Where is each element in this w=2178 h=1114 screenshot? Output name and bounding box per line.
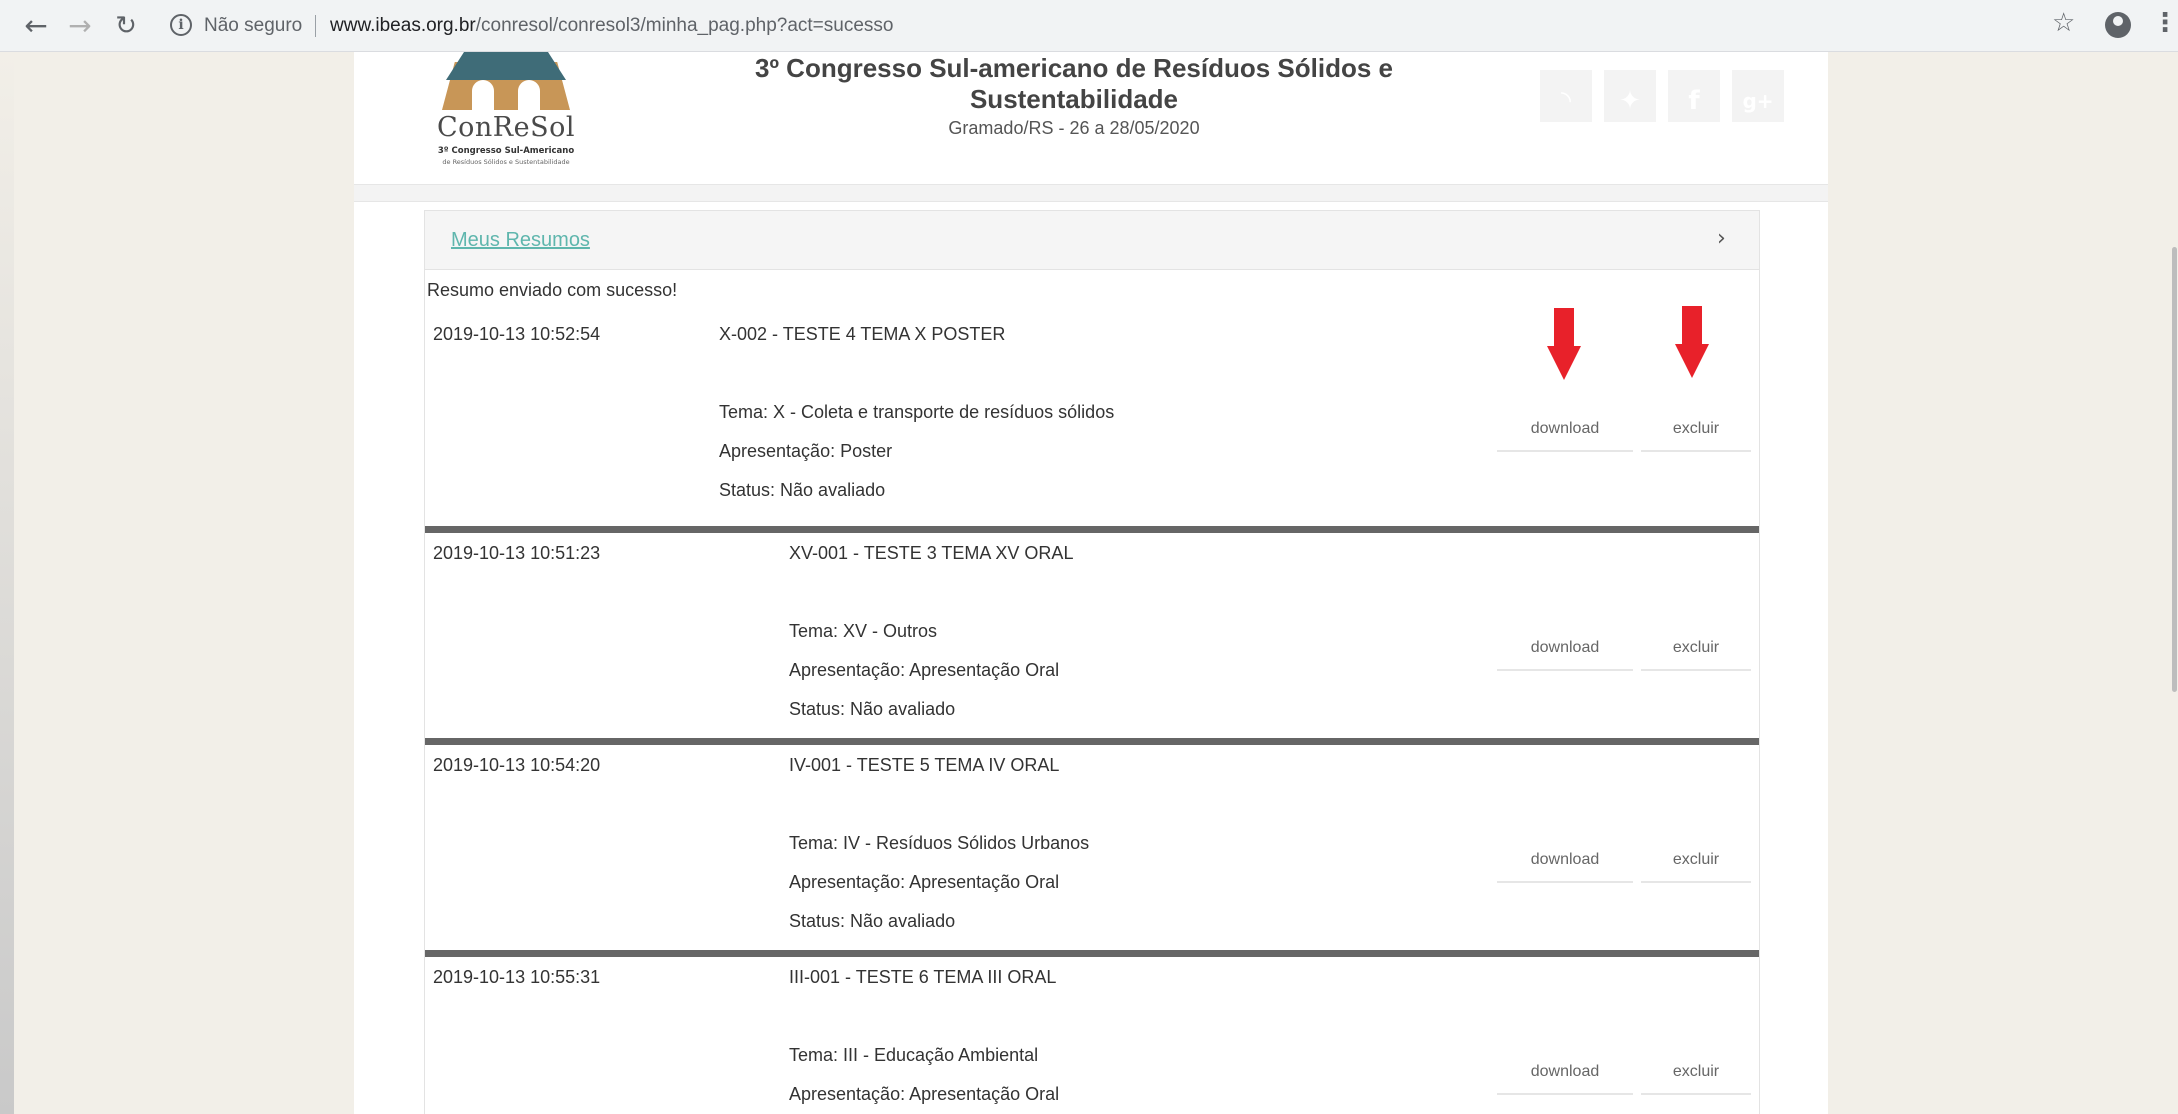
delete-button[interactable]: excluir [1641,845,1751,883]
delete-button[interactable]: excluir [1641,1057,1751,1095]
site-header: ConReSol 3º Congresso Sul-Americano de R… [354,52,1828,184]
logo-arch [472,80,494,112]
url-path: /conresol/conresol3/minha_pag.php?act=su… [475,15,894,36]
back-arrow-icon[interactable]: ← [20,10,52,42]
logo-brand: ConReSol [437,112,575,143]
entry-separator [425,950,1759,957]
address-bar[interactable]: i Não seguro www.ibeas.org.br/conresol/c… [160,8,2040,44]
annotation-arrow-download [1547,308,1581,380]
resumo-entry: 2019-10-13 10:54:20 IV-001 - TESTE 5 TEM… [425,745,1759,957]
entry-status: Status: Não avaliado [789,699,956,719]
annotation-arrow-delete [1675,306,1709,378]
info-icon[interactable]: i [170,14,192,36]
account-icon[interactable] [2105,12,2131,38]
entry-title: XV-001 - TESTE 3 TEMA XV ORAL [789,543,1074,563]
resumo-entry: 2019-10-13 10:55:31 III-001 - TESTE 6 TE… [425,957,1759,1114]
logo-subtagline: de Resíduos Sólidos e Sustentabilidade [442,158,570,166]
forward-arrow-icon[interactable]: → [64,10,96,42]
reload-icon[interactable]: ↻ [110,10,142,42]
entry-title: IV-001 - TESTE 5 TEMA IV ORAL [789,755,1060,775]
url-host: www.ibeas.org.br [330,15,476,36]
google-plus-icon[interactable]: g+ [1732,70,1784,122]
entry-separator [425,738,1759,745]
event-title-line1: 3º Congresso Sul-americano de Resíduos S… [755,53,1393,83]
entry-apresentacao: Apresentação: Apresentação Oral [789,872,1060,892]
chevron-right-icon[interactable]: › [1717,226,1726,251]
scrollbar-thumb[interactable] [2172,247,2177,692]
entry-apresentacao: Apresentação: Apresentação Oral [789,1084,1060,1104]
left-shadow-band [0,52,14,1114]
entry-tema: Tema: IV - Resíduos Sólidos Urbanos [789,833,1090,853]
twitter-icon[interactable]: ✦ [1604,70,1656,122]
facebook-icon[interactable]: f [1668,70,1720,122]
entry-title: III-001 - TESTE 6 TEMA III ORAL [789,967,1057,987]
download-button[interactable]: download [1497,414,1633,452]
entry-status: Status: Não avaliado [719,480,886,500]
logo-roof [446,52,566,80]
entry-tema: Tema: XV - Outros [789,621,938,641]
omnibox-divider [315,15,316,37]
success-message: Resumo enviado com sucesso! [427,280,678,300]
bookmark-star-icon[interactable]: ☆ [2052,8,2075,38]
security-label: Não seguro [204,15,303,36]
menu-dots-icon[interactable]: ⋮ [2152,8,2178,38]
download-button[interactable]: download [1497,633,1633,671]
arrow-head [1547,346,1581,380]
download-button[interactable]: download [1497,1057,1633,1095]
browser-toolbar: ← → ↻ i Não seguro www.ibeas.org.br/conr… [0,0,2178,52]
rss-icon[interactable]: ◝ [1540,70,1592,122]
logo-arch [518,80,540,112]
entry-date: 2019-10-13 10:54:20 [433,755,601,775]
entry-apresentacao: Apresentação: Poster [719,441,893,461]
entry-separator [425,526,1759,533]
entry-date: 2019-10-13 10:55:31 [433,967,601,987]
entry-tema: Tema: III - Educação Ambiental [789,1045,1039,1065]
entry-date: 2019-10-13 10:52:54 [433,324,601,344]
entry-title: X-002 - TESTE 4 TEMA X POSTER [719,324,1006,344]
entry-apresentacao: Apresentação: Apresentação Oral [789,660,1060,680]
entry-tema: Tema: X - Coleta e transporte de resíduo… [719,402,1115,422]
entry-date: 2019-10-13 10:51:23 [433,543,601,563]
delete-button[interactable]: excluir [1641,414,1751,452]
url-text[interactable]: www.ibeas.org.br/conresol/conresol3/minh… [330,15,893,37]
arrow-shaft [1554,308,1574,348]
meus-resumos-link[interactable]: Meus Resumos [451,229,590,252]
header-divider [354,184,1828,202]
arrow-head [1675,344,1709,378]
event-title-block: 3º Congresso Sul-americano de Resíduos S… [724,52,1424,139]
entry-status: Status: Não avaliado [789,911,956,931]
event-title-line2: Sustentabilidade [969,84,1179,114]
delete-button[interactable]: excluir [1641,633,1751,671]
conresol-logo[interactable]: ConReSol 3º Congresso Sul-Americano de R… [426,52,586,177]
panel-header[interactable]: Meus Resumos › [425,210,1759,270]
logo-tagline: 3º Congresso Sul-Americano [437,146,575,156]
page-scrollbar[interactable] [2170,52,2178,1114]
page-container: ConReSol 3º Congresso Sul-Americano de R… [354,52,1828,1114]
event-subtitle: Gramado/RS - 26 a 28/05/2020 [948,118,1200,138]
download-button[interactable]: download [1497,845,1633,883]
arrow-shaft [1682,306,1702,346]
resumo-entry: 2019-10-13 10:51:23 XV-001 - TESTE 3 TEM… [425,533,1759,745]
